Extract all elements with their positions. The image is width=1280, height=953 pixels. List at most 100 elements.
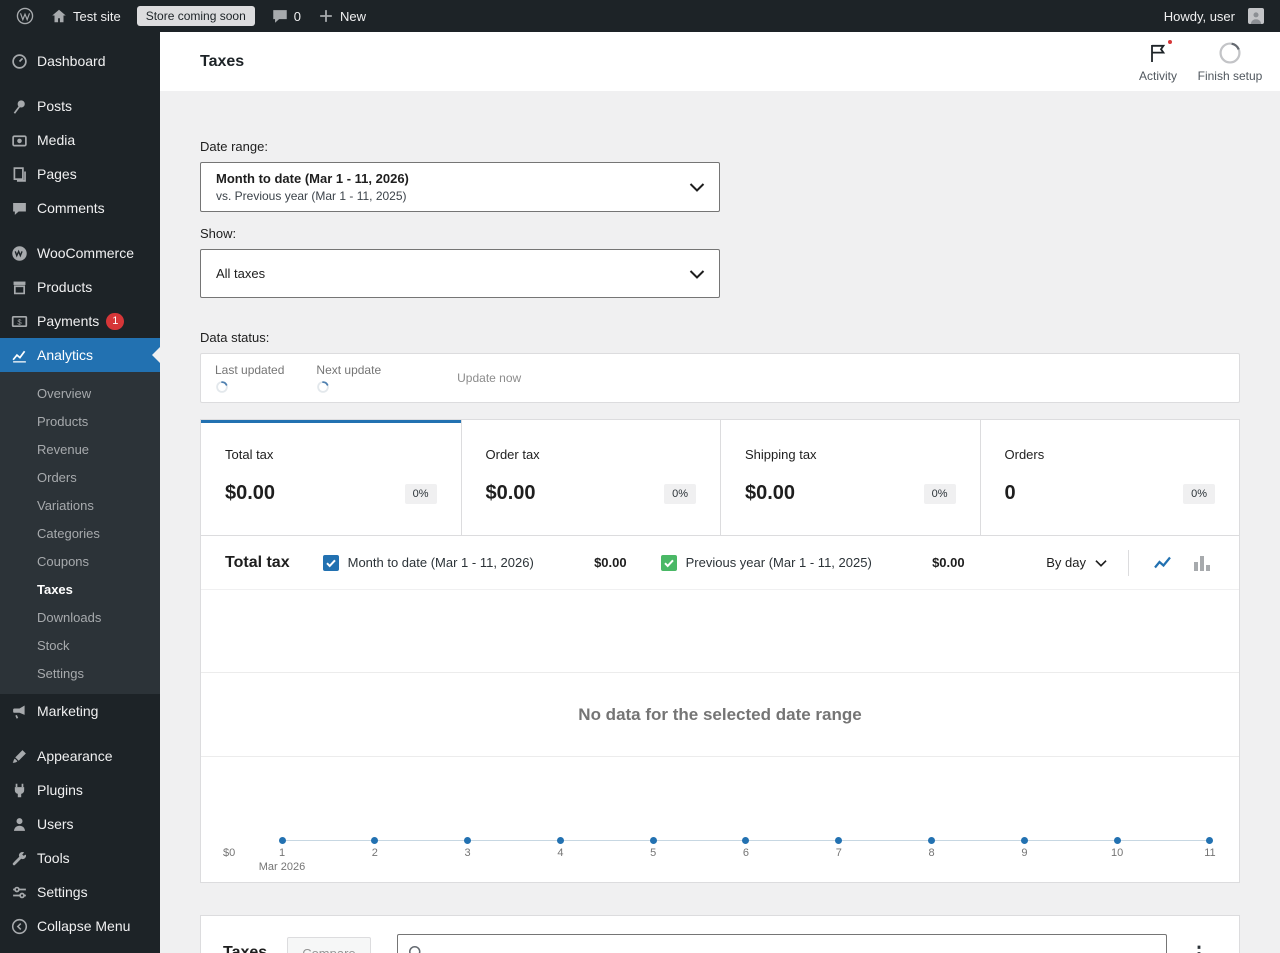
comments-count: 0	[293, 8, 301, 24]
legend-item-previous-period[interactable]: Previous year (Mar 1 - 11, 2025) $0.00	[660, 554, 965, 571]
update-now-button[interactable]: Update now	[447, 365, 531, 391]
menu-separator	[0, 78, 160, 89]
submenu-item-products[interactable]: Products	[0, 407, 160, 435]
summary-card-delta-badge: 0%	[404, 483, 437, 504]
site-name-link[interactable]: Test site	[42, 0, 129, 32]
dashboard-icon	[9, 51, 29, 71]
table-search[interactable]	[396, 934, 1167, 953]
submenu-item-revenue[interactable]: Revenue	[0, 435, 160, 463]
sidebar-item-analytics[interactable]: Analytics	[0, 338, 160, 372]
interval-select[interactable]: By day	[1046, 552, 1112, 574]
submenu-item-label: Taxes	[37, 581, 73, 597]
gridline	[201, 756, 1239, 757]
summary-card-shipping-tax[interactable]: Shipping tax $0.00 0%	[720, 420, 980, 535]
finish-setup-button[interactable]: Finish setup	[1194, 34, 1266, 89]
howdy-user-link[interactable]: Howdy, user	[1156, 0, 1272, 32]
sidebar-item-products[interactable]: Products	[0, 270, 160, 304]
chevron-down-icon	[1090, 552, 1112, 574]
howdy-text: Howdy, user	[1163, 8, 1235, 24]
sidebar-item-pages[interactable]: Pages	[0, 157, 160, 191]
woocommerce-logo-icon	[9, 243, 29, 263]
sidebar-item-dashboard[interactable]: Dashboard	[0, 44, 160, 78]
summary-card-delta-badge: 0%	[923, 483, 956, 504]
sidebar-item-collapse-menu[interactable]: Collapse Menu	[0, 909, 160, 943]
sidebar-item-marketing[interactable]: Marketing	[0, 694, 160, 728]
new-content-link[interactable]: New	[309, 0, 374, 32]
kebab-menu-icon[interactable]: ⋮	[1181, 937, 1217, 953]
legend-item-current-period[interactable]: Month to date (Mar 1 - 11, 2026) $0.00	[322, 554, 627, 571]
y-axis-zero-label: $0	[223, 847, 236, 859]
sidebar-item-label: Tools	[37, 850, 70, 866]
loading-spinner-icon	[316, 380, 330, 394]
submenu-item-label: Stock	[37, 637, 70, 653]
chart-title: Total tax	[225, 553, 290, 571]
chart-controls: By day	[1046, 549, 1215, 576]
line-chart-toggle-icon[interactable]	[1151, 550, 1177, 576]
checkbox-checked[interactable]	[322, 554, 339, 571]
interval-value: By day	[1046, 555, 1086, 570]
summary-card-order-tax[interactable]: Order tax $0.00 0%	[460, 420, 721, 535]
sidebar-item-payments[interactable]: $ Payments 1	[0, 304, 160, 338]
submenu-item-label: Categories	[37, 525, 100, 541]
wordpress-logo-icon[interactable]	[8, 0, 42, 32]
sidebar-item-comments[interactable]: Comments	[0, 191, 160, 225]
sidebar-item-label: Appearance	[37, 748, 113, 764]
coming-soon-badge: Store coming soon	[136, 6, 255, 26]
show-value: All taxes	[216, 266, 266, 281]
comments-bubble-icon	[271, 7, 289, 25]
sidebar-item-posts[interactable]: Posts	[0, 89, 160, 123]
submenu-item-coupons[interactable]: Coupons	[0, 547, 160, 575]
sidebar-item-woocommerce[interactable]: WooCommerce	[0, 236, 160, 270]
submenu-item-orders[interactable]: Orders	[0, 463, 160, 491]
submenu-item-label: Downloads	[37, 609, 102, 625]
sidebar-item-media[interactable]: Media	[0, 123, 160, 157]
megaphone-icon	[9, 701, 29, 721]
sidebar-item-settings[interactable]: Settings	[0, 875, 160, 909]
date-range-select[interactable]: Month to date (Mar 1 - 11, 2026) vs. Pre…	[200, 162, 720, 212]
chevron-down-icon	[685, 175, 709, 199]
user-avatar[interactable]	[1248, 8, 1264, 24]
submenu-item-variations[interactable]: Variations	[0, 491, 160, 519]
comments-link[interactable]: 0	[263, 0, 309, 32]
x-tick-label: 10	[1111, 847, 1124, 859]
sidebar-item-plugins[interactable]: Plugins	[0, 773, 160, 807]
sidebar-item-appearance[interactable]: Appearance	[0, 739, 160, 773]
sidebar-item-users[interactable]: Users	[0, 807, 160, 841]
checkbox-checked[interactable]	[660, 554, 677, 571]
x-tick-label: 3	[464, 847, 471, 859]
last-updated-label: Last updated	[215, 362, 285, 377]
data-status-label: Data status:	[200, 330, 270, 345]
show-select[interactable]: All taxes	[200, 249, 720, 298]
compare-button[interactable]: Compare	[287, 936, 371, 953]
data-points-row	[272, 837, 1220, 844]
activity-button[interactable]: Activity	[1122, 34, 1194, 89]
bar-chart-toggle-icon[interactable]	[1189, 550, 1215, 576]
submenu-item-taxes[interactable]: Taxes	[0, 575, 160, 603]
svg-text:$: $	[17, 317, 22, 326]
plug-icon	[9, 780, 29, 800]
submenu-item-downloads[interactable]: Downloads	[0, 603, 160, 631]
search-input[interactable]	[431, 945, 1158, 953]
summary-card-value: $0.00	[225, 482, 276, 504]
submenu-item-overview[interactable]: Overview	[0, 379, 160, 407]
next-update-label: Next update	[316, 362, 382, 377]
summary-card-orders[interactable]: Orders 0 0%	[979, 420, 1240, 535]
summary-card-total-tax[interactable]: Total tax $0.00 0%	[201, 420, 461, 535]
last-updated-column: Last updated	[215, 363, 284, 394]
x-axis-ticks: 1 2 3 4 5 6 7 8 9 10 11	[272, 847, 1220, 859]
date-range-value: Month to date (Mar 1 - 11, 2026)	[216, 171, 409, 186]
submenu-item-label: Variations	[37, 497, 94, 513]
report-content: Date range: Month to date (Mar 1 - 11, 2…	[160, 92, 1280, 953]
data-point-dot	[556, 837, 564, 844]
sidebar-item-tools[interactable]: Tools	[0, 841, 160, 875]
chart-area: No data for the selected date range 1 2 …	[201, 590, 1239, 882]
submenu-item-stock[interactable]: Stock	[0, 631, 160, 659]
sidebar-item-label: Settings	[37, 884, 88, 900]
submenu-item-label: Overview	[37, 385, 92, 401]
submenu-item-label: Coupons	[37, 553, 90, 569]
x-tick-label: 6	[742, 847, 750, 859]
submenu-item-categories[interactable]: Categories	[0, 519, 160, 547]
submenu-item-settings[interactable]: Settings	[0, 659, 160, 687]
x-tick-label: 5	[650, 847, 657, 859]
menu-separator	[0, 728, 160, 739]
